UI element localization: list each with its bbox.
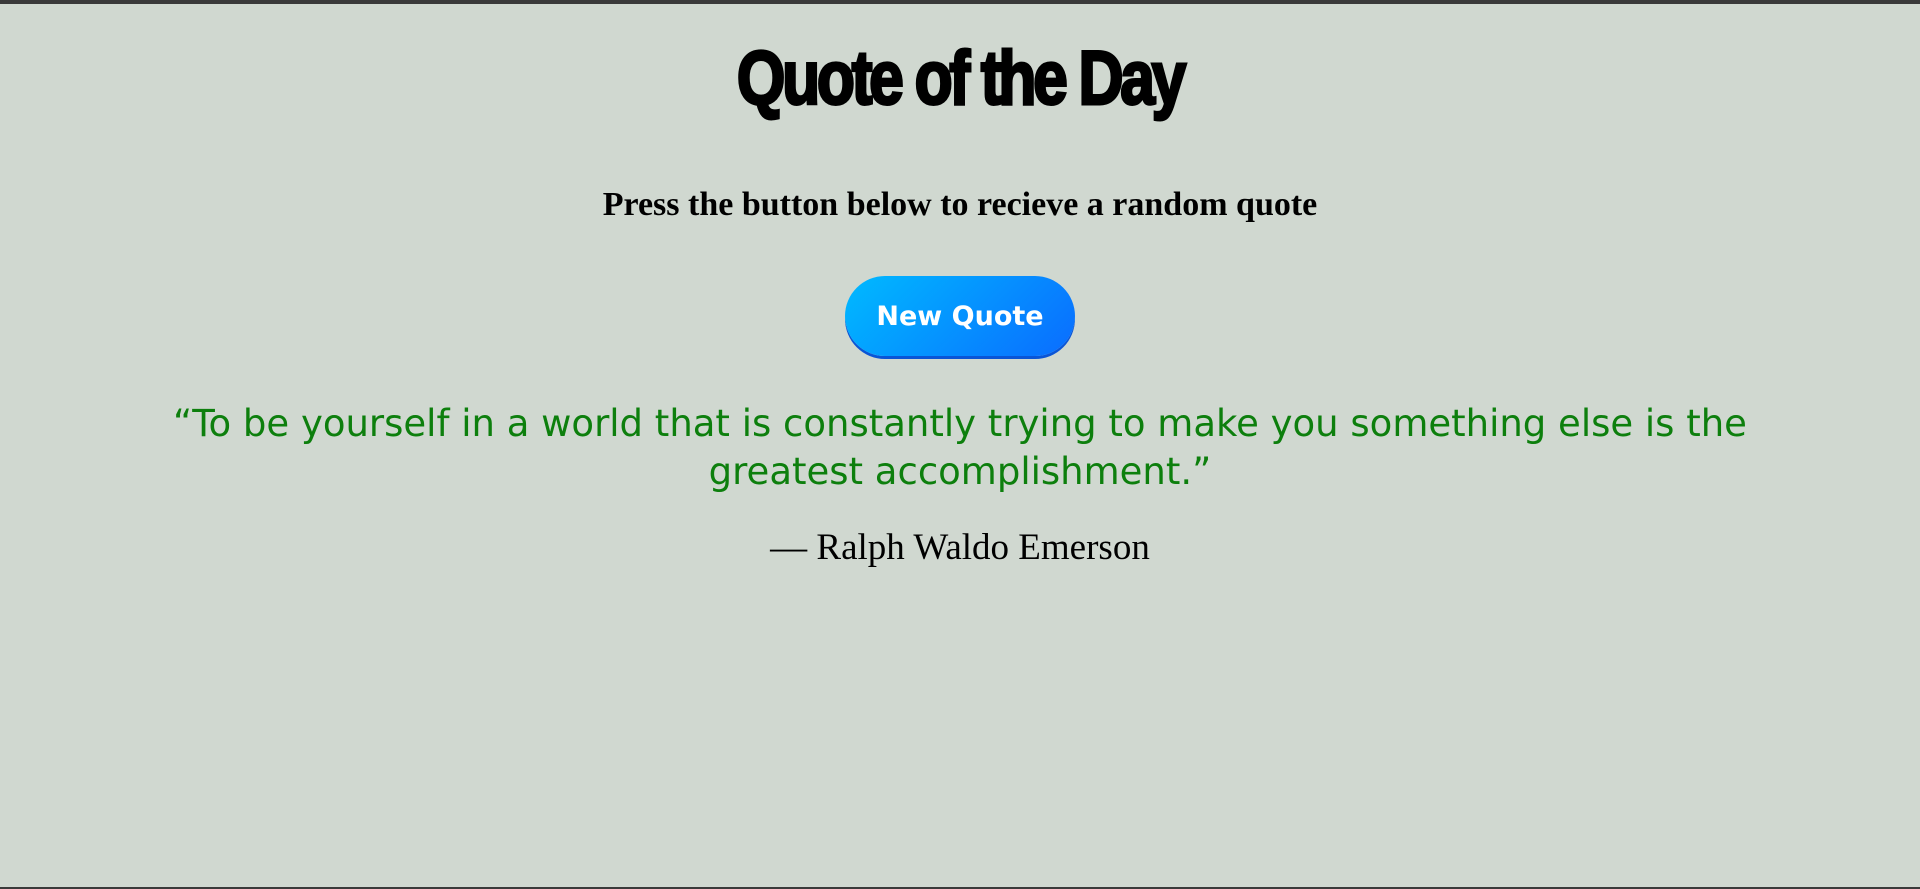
page-title: Quote of the Day <box>736 35 1188 123</box>
new-quote-button[interactable]: New Quote <box>845 276 1075 356</box>
window-top-border <box>0 0 1920 4</box>
instruction-text: Press the button below to recieve a rand… <box>602 186 1318 223</box>
quote-text: “To be yourself in a world that is const… <box>173 402 1747 493</box>
quote-author: — Ralph Waldo Emerson <box>770 527 1150 568</box>
